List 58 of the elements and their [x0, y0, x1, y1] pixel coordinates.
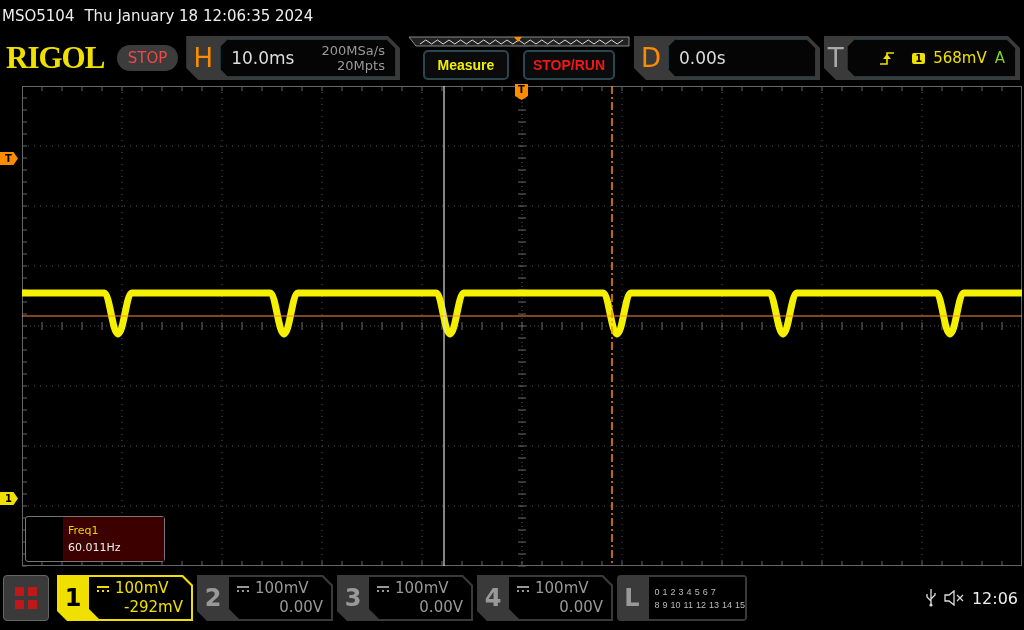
channel-panel[interactable]: 3 100mV 0.00V	[337, 575, 473, 621]
logic-channel-number: 7	[710, 586, 716, 597]
trigger-level: 568mV	[933, 49, 987, 67]
logic-channel-number: 2	[670, 586, 676, 597]
delay-label: D	[639, 43, 662, 73]
logic-channel-number: 1	[662, 586, 668, 597]
logic-channel-number: 8	[654, 599, 660, 610]
memory-depth: 20Mpts	[337, 58, 385, 73]
date-time: Thu January 18 12:06:35 2024	[84, 7, 314, 25]
channel-panel[interactable]: 4 100mV 0.00V	[477, 575, 613, 621]
timebase-value: 10.0ms	[231, 48, 295, 68]
logic-label: L	[623, 583, 641, 614]
logic-channel-number: 11	[683, 599, 693, 610]
sample-rate: 200MSa/s	[321, 43, 385, 58]
delay-value: 0.00s	[678, 48, 726, 68]
channel-offset: -292mV	[124, 598, 183, 617]
logic-channel-number: 6	[702, 586, 708, 597]
model-name: MSO5104	[2, 7, 75, 25]
channel-panel[interactable]: 1 100mV -292mV	[57, 575, 193, 621]
channel-scale: 100mV	[535, 579, 589, 598]
channel-scale: 100mV	[115, 579, 169, 598]
channel-number: 3	[343, 583, 363, 614]
logic-channel-number: 15	[735, 599, 745, 610]
channel-panel[interactable]: 2 100mV 0.00V	[197, 575, 333, 621]
trigger-label: T	[826, 43, 845, 73]
horizontal-label: H	[192, 43, 214, 73]
stop-run-button[interactable]: STOP/RUN	[522, 50, 615, 80]
trigger-level-marker[interactable]: T	[0, 152, 18, 165]
measure-button[interactable]: Measure	[422, 50, 509, 80]
logic-channel-number: 12	[695, 599, 706, 610]
clock: 12:06	[971, 588, 1018, 608]
logic-channel-number: 4	[686, 586, 692, 597]
trigger-panel[interactable]: T 1 568mV A	[824, 36, 1020, 80]
logic-channel-number: 10	[670, 599, 681, 610]
channel-offset: 0.00V	[279, 598, 323, 617]
channel-scale: 100mV	[255, 579, 309, 598]
channel-offset: 0.00V	[419, 598, 463, 617]
measurement-name: Freq1	[68, 524, 100, 537]
channel-number: 1	[63, 583, 83, 614]
logic-channel-number: 0	[654, 586, 660, 597]
channel-number: 2	[203, 583, 223, 614]
logo: RIGOL	[6, 40, 106, 76]
trigger-mode: A	[994, 49, 1005, 67]
logic-channel-number: 13	[708, 599, 719, 610]
measurement-value: 60.011Hz	[68, 541, 122, 554]
logic-channel-number: 5	[694, 586, 700, 597]
logic-channel-number: 3	[678, 586, 684, 597]
channel-marker[interactable]: 1	[0, 492, 18, 505]
horizontal-panel[interactable]: H 10.0ms 200MSa/s 20Mpts	[186, 36, 400, 80]
trigger-source-badge: 1	[912, 52, 926, 64]
trigger-position-marker[interactable]: T	[515, 84, 528, 100]
channel-number: 4	[483, 583, 503, 614]
channel-scale: 100mV	[395, 579, 449, 598]
logic-channel-number: 14	[721, 599, 732, 610]
logic-panel[interactable]: L 0 1 2 3 4 5 6 7 8 9 10 11 12 13 14 15	[617, 575, 747, 621]
logic-channel-number: 9	[662, 599, 668, 610]
channel-offset: 0.00V	[559, 598, 603, 617]
delay-panel[interactable]: D 0.00s	[633, 36, 820, 80]
